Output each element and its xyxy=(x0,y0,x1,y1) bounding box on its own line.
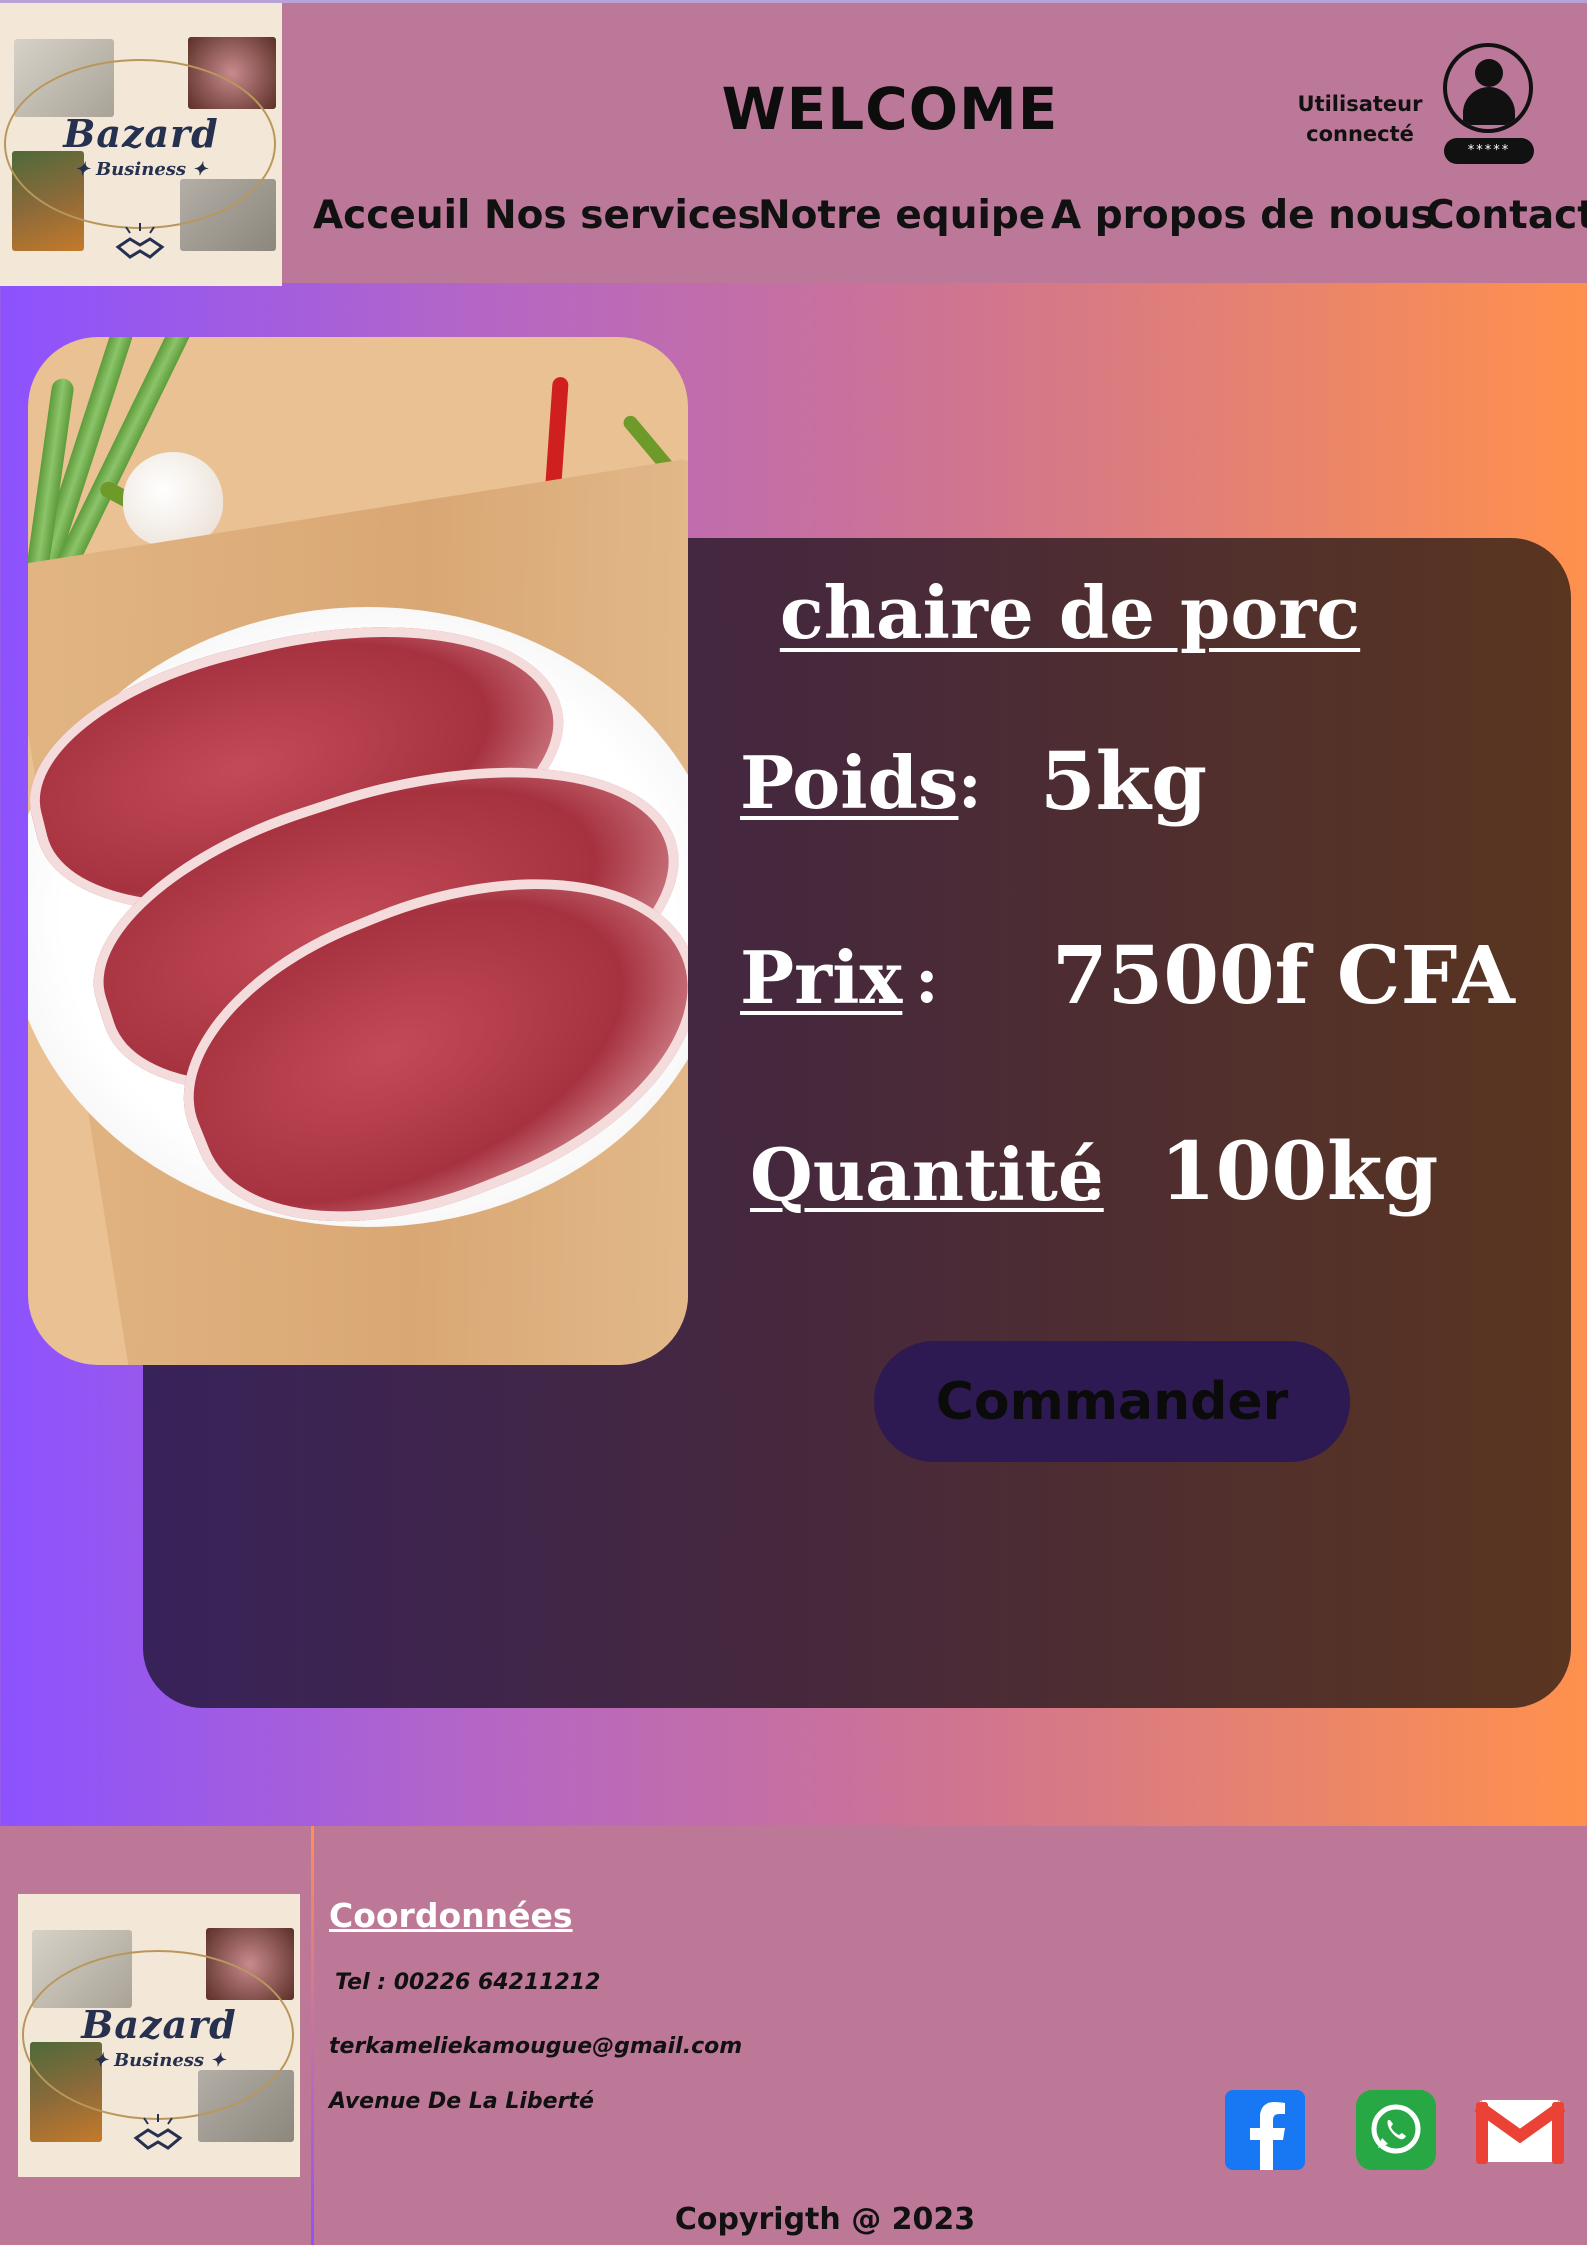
logo-title: Bazard xyxy=(63,111,219,156)
user-status-line2: connecté xyxy=(1306,122,1414,146)
order-button[interactable]: Commander xyxy=(874,1341,1350,1462)
weight-label: Poids xyxy=(740,740,959,825)
welcome-title: WELCOME xyxy=(721,75,1059,143)
quantity-label: Quantité xyxy=(750,1132,1104,1217)
weight-value: 5kg xyxy=(1040,734,1208,828)
product-name: chaire de porc xyxy=(779,570,1361,655)
product-image xyxy=(28,337,688,1365)
user-status-line1: Utilisateur xyxy=(1297,92,1423,116)
quantity-colon: : xyxy=(1082,1140,1106,1215)
quantity-value: 100kg xyxy=(1160,1124,1439,1218)
coordinates-title: Coordonnées xyxy=(329,1896,573,1935)
footer-divider xyxy=(311,1826,314,2245)
user-status: Utilisateur connecté xyxy=(1285,89,1435,149)
gmail-icon[interactable] xyxy=(1474,2090,1566,2170)
copyright: Copyrigth @ 2023 xyxy=(674,2202,976,2237)
facebook-icon[interactable] xyxy=(1225,2090,1305,2170)
nav-item-services[interactable]: Nos services xyxy=(484,193,761,238)
price-colon: : xyxy=(915,943,939,1018)
site-header: Bazard ✦ Business ✦ WELCOME Utilisateur … xyxy=(0,0,1587,286)
weight-colon: : xyxy=(958,748,982,823)
password-mask: ***** xyxy=(1444,138,1534,164)
logo-subtitle: ✦ Business ✦ xyxy=(92,2050,226,2071)
whatsapp-icon[interactable] xyxy=(1356,2090,1436,2170)
footer-logo[interactable]: Bazard ✦ Business ✦ xyxy=(18,1894,300,2177)
contact-address: Avenue De La Liberté xyxy=(329,2089,594,2114)
avatar-head xyxy=(1475,59,1503,87)
price-label: Prix xyxy=(740,935,903,1020)
nav-item-contact[interactable]: Contact xyxy=(1426,193,1587,238)
handshake-icon xyxy=(128,2112,188,2162)
nav-item-acceuil[interactable]: Acceuil xyxy=(313,193,470,238)
garlic xyxy=(123,452,223,547)
contact-phone: Tel : 00226 64211212 xyxy=(335,1970,601,1995)
user-avatar-icon[interactable] xyxy=(1443,43,1533,133)
avatar-body xyxy=(1463,87,1515,125)
price-value: 7500f CFA xyxy=(1052,928,1515,1022)
main-nav: Acceuil Nos services Notre equipe A prop… xyxy=(0,193,1587,247)
contact-email[interactable]: terkameliekamougue@gmail.com xyxy=(329,2034,742,2059)
nav-item-a-propos[interactable]: A propos de nous xyxy=(1051,193,1434,238)
site-footer: Bazard ✦ Business ✦ Coordonnées Tel : 00… xyxy=(0,1826,1587,2245)
logo-subtitle: ✦ Business ✦ xyxy=(74,159,208,180)
nav-item-equipe[interactable]: Notre equipe xyxy=(758,193,1045,238)
logo-title: Bazard xyxy=(81,2002,237,2047)
